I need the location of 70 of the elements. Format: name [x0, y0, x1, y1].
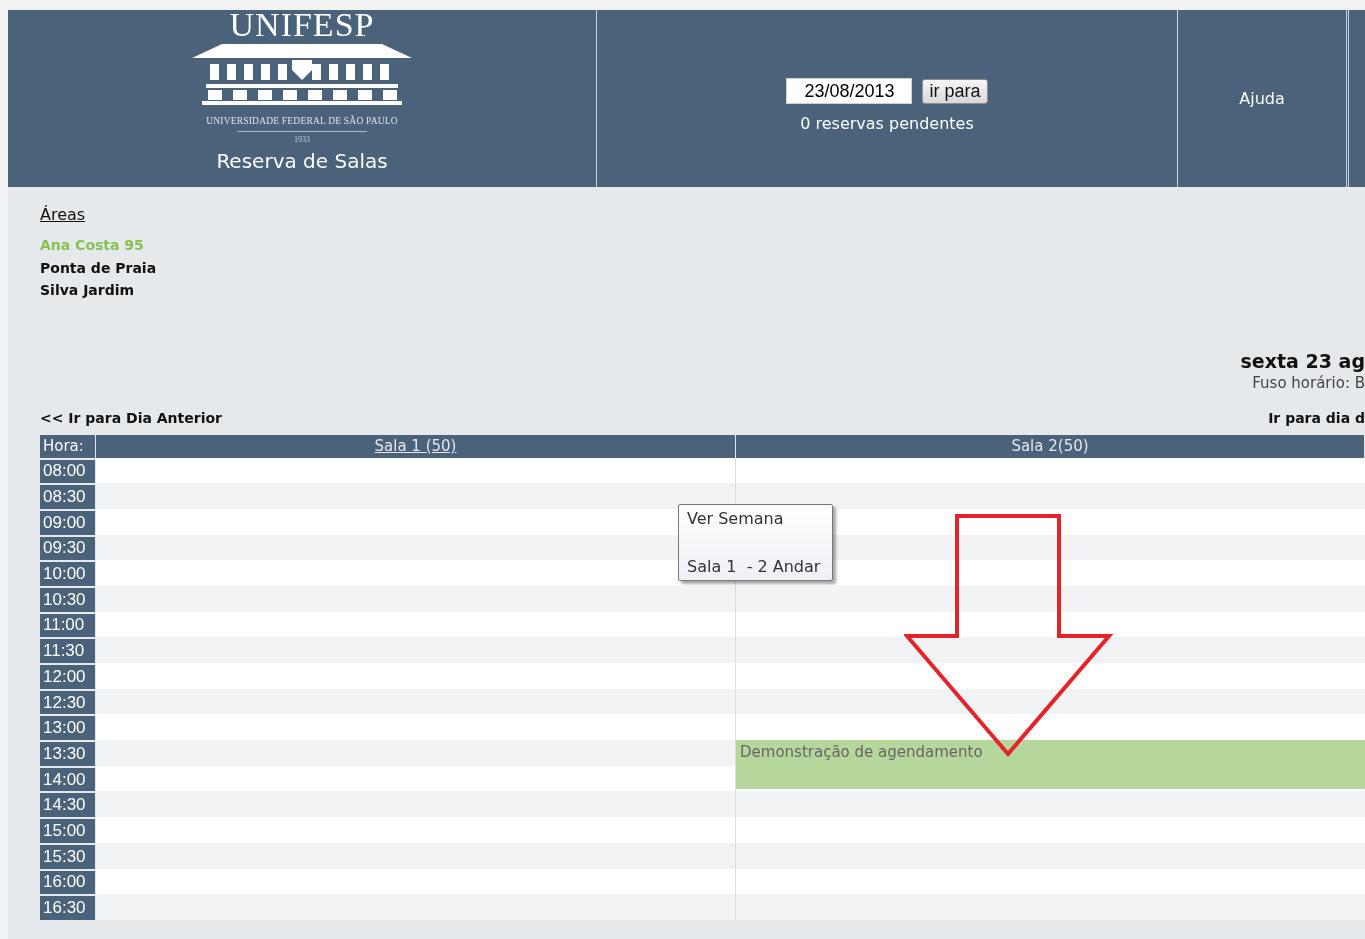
date-field[interactable]: 23/08/2013: [786, 78, 913, 104]
table-cell[interactable]: [96, 740, 736, 766]
table-cell[interactable]: [736, 585, 1365, 612]
column-header: Hora:: [40, 434, 96, 458]
room-label: Sala 2(50): [1011, 437, 1089, 455]
timezone-label: Fuso horário: B: [1252, 373, 1365, 392]
table-cell[interactable]: [96, 714, 736, 741]
logo-subtitle: UNIVERSIDADE FEDERAL DE SÃO PAULO: [206, 116, 398, 126]
table-cell[interactable]: [736, 817, 1365, 843]
logo-year: 1933: [294, 135, 310, 144]
booking-title: Demonstração de agendamento: [740, 743, 983, 762]
table-cell[interactable]: [96, 663, 736, 689]
table-cell[interactable]: [96, 817, 736, 843]
time-label: 15:30: [40, 842, 95, 869]
table-cell[interactable]: [96, 483, 736, 509]
table-cell[interactable]: [96, 842, 736, 869]
time-label: 08:30: [40, 483, 95, 509]
time-label: 13:00: [40, 714, 95, 741]
building-icon: [192, 42, 412, 106]
time-label: 10:00: [40, 560, 95, 586]
time-label: 16:30: [40, 894, 95, 920]
table-cell[interactable]: [96, 868, 736, 895]
go-button[interactable]: ir para: [922, 78, 988, 104]
table-cell[interactable]: [96, 585, 736, 612]
table-cell[interactable]: [96, 765, 736, 792]
table-cell[interactable]: [96, 457, 736, 484]
table-cell[interactable]: [736, 483, 1365, 509]
app-title: Reserva de Salas: [216, 149, 388, 173]
table-cell[interactable]: [96, 637, 736, 663]
time-label: 13:30: [40, 740, 95, 766]
table-cell[interactable]: [736, 791, 1365, 818]
time-label: 09:00: [40, 508, 95, 535]
next-day-link[interactable]: Ir para dia d: [1268, 409, 1365, 426]
time-label: 09:30: [40, 534, 95, 561]
menu-item[interactable]: Ver Semana: [687, 509, 824, 528]
booking-block[interactable]: Demonstração de agendamento: [736, 740, 1365, 792]
previous-day-link[interactable]: << Ir para Dia Anterior: [40, 409, 222, 426]
area-link[interactable]: Silva Jardim: [40, 279, 1365, 302]
area-link[interactable]: Ponta de Praia: [40, 256, 1365, 279]
pending-count: 0 reservas pendentes: [800, 114, 974, 133]
table-cell[interactable]: [736, 868, 1365, 895]
time-label: 14:00: [40, 765, 95, 792]
day-title: sexta 23 ag: [1240, 349, 1365, 372]
time-label: 11:30: [40, 637, 95, 663]
time-label: 10:30: [40, 585, 95, 612]
time-label: 14:30: [40, 791, 95, 818]
time-label: 12:00: [40, 663, 95, 689]
room-link[interactable]: Sala 1 (50): [374, 437, 457, 455]
table-cell[interactable]: [96, 611, 736, 638]
menu-item[interactable]: Sala 1 - 2 Andar: [687, 557, 824, 576]
table-cell[interactable]: [736, 688, 1365, 715]
time-label: 11:00: [40, 611, 95, 638]
table-cell[interactable]: [736, 714, 1365, 741]
table-cell[interactable]: [736, 611, 1365, 638]
table-cell[interactable]: [736, 663, 1365, 689]
help-link[interactable]: Ajuda: [1239, 89, 1285, 108]
logo-wordmark: UNIFESP: [229, 10, 375, 40]
table-cell[interactable]: [96, 560, 736, 586]
areas-heading[interactable]: Áreas: [40, 205, 86, 224]
table-cell[interactable]: [96, 894, 736, 920]
time-label: 15:00: [40, 817, 95, 843]
table-cell[interactable]: [736, 842, 1365, 869]
table-cell[interactable]: [96, 688, 736, 715]
time-label: 16:00: [40, 868, 95, 895]
table-cell[interactable]: [96, 791, 736, 818]
table-cell[interactable]: [736, 457, 1365, 484]
table-cell[interactable]: [736, 894, 1365, 920]
time-label: 12:30: [40, 688, 95, 715]
time-label: 08:00: [40, 457, 95, 484]
table-cell[interactable]: [736, 637, 1365, 663]
